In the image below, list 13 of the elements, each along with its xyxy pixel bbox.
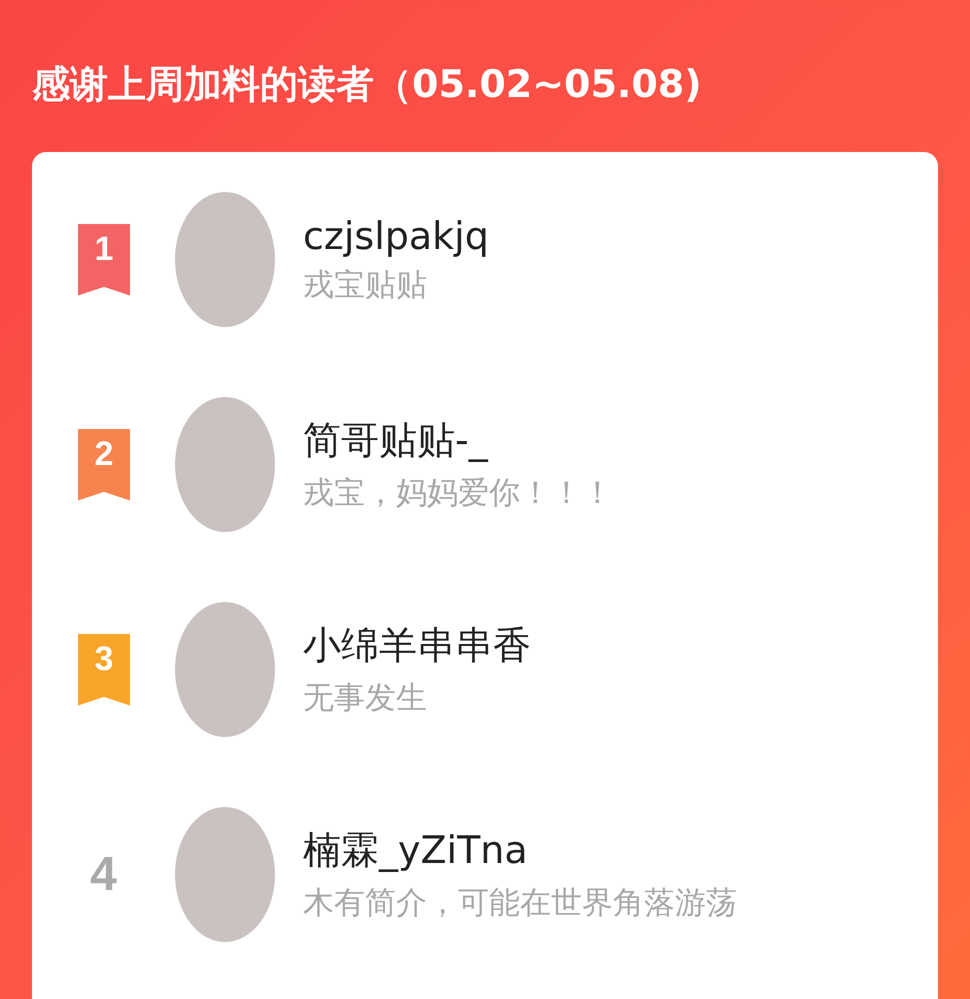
- rank-ribbon: 3: [78, 634, 130, 706]
- page-title: 感谢上周加料的读者（05.02~05.08): [32, 61, 703, 108]
- reader-bio: 戎宝，妈妈爱你！！！: [303, 474, 613, 513]
- rank-ribbon: 2: [78, 428, 130, 500]
- reader-name: 简哥贴贴-_: [303, 417, 490, 464]
- reader-name: czjslpakjq: [303, 214, 489, 258]
- rank-number: 4: [89, 847, 118, 902]
- reader-bio: 戎宝贴贴: [303, 266, 428, 304]
- reader-name: 小绵羊串串香: [303, 622, 531, 669]
- rank-ribbon: 1: [78, 224, 130, 296]
- reader-bio: 木有简介，可能在世界角落游荡: [303, 884, 737, 923]
- reader-bio: 无事发生: [303, 679, 428, 718]
- reader-name: 楠霖_yZiTna: [303, 827, 529, 874]
